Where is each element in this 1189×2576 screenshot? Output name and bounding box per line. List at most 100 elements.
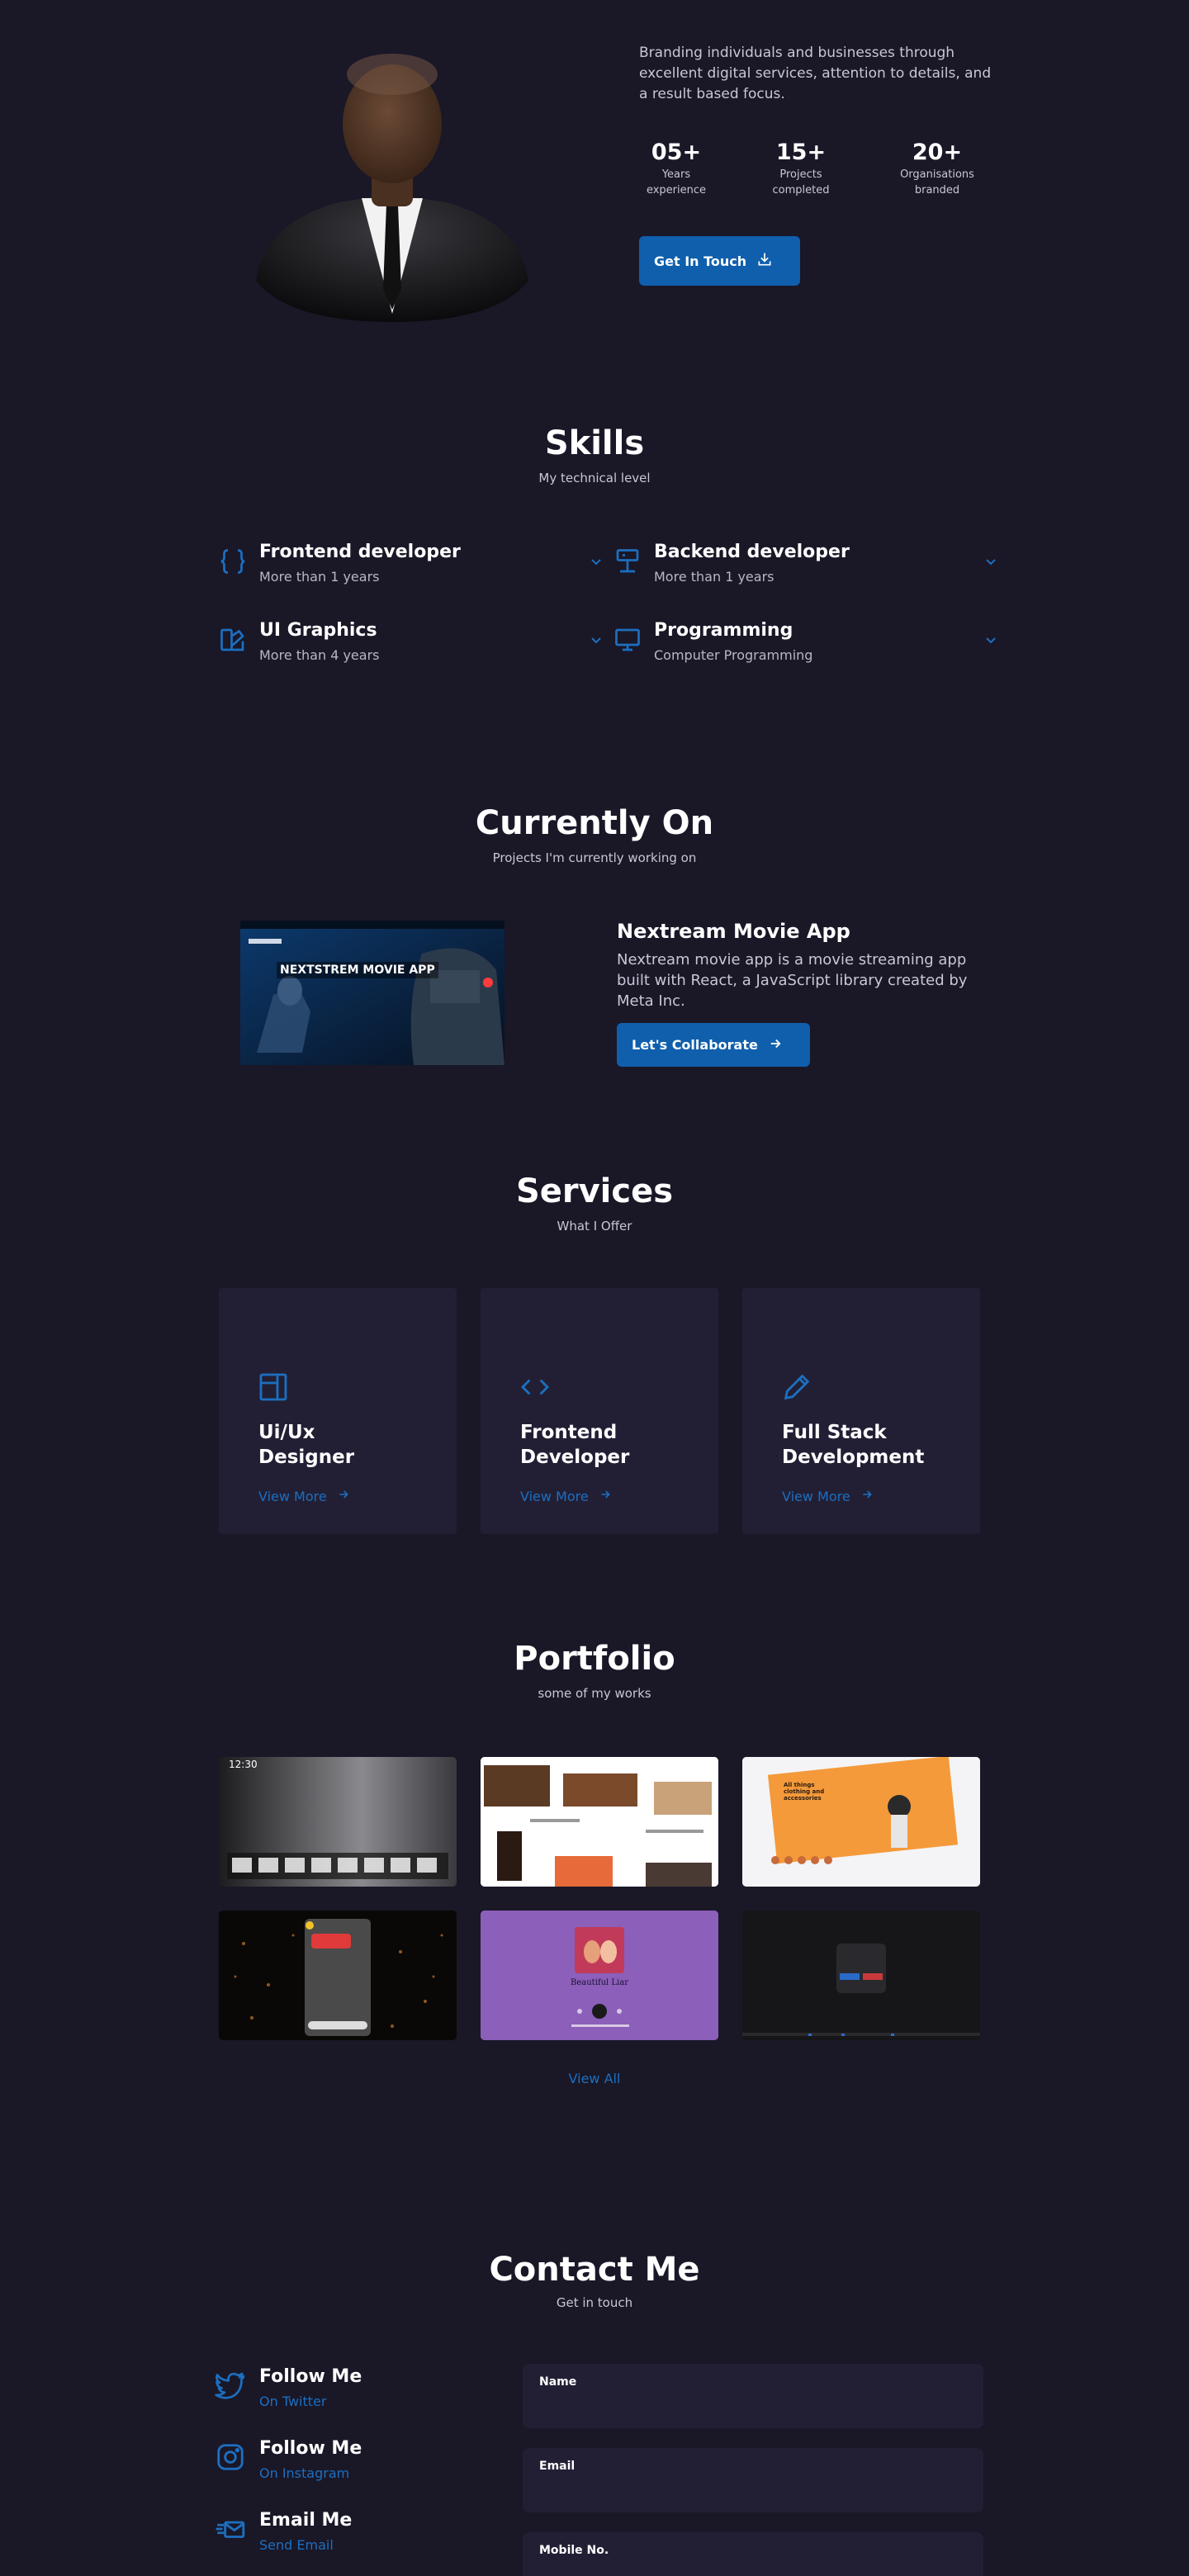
monitor-icon	[613, 625, 642, 655]
stat-years: 05+ Years experience	[639, 139, 713, 198]
chevron-down-icon[interactable]	[586, 630, 606, 650]
stat-number: 15+	[775, 140, 827, 165]
stat-projects: 15+ Projects completed	[764, 139, 838, 198]
portfolio-title: Portfolio	[514, 1640, 675, 1678]
service-card-uiux[interactable]: Ui/Ux Designer View More	[219, 1288, 457, 1534]
chevron-down-icon[interactable]	[586, 552, 606, 571]
portfolio-item-gallery[interactable]	[481, 1757, 718, 1887]
currently-subtitle: Projects I'm currently working on	[492, 850, 697, 865]
service-card-fullstack[interactable]: Full Stack Development View More	[742, 1288, 980, 1534]
skill-frontend[interactable]: Frontend developer More than 1 years	[218, 542, 606, 591]
contact-item-link[interactable]: On Twitter	[259, 2394, 326, 2409]
contact-item-title: Email Me	[259, 2510, 353, 2531]
contact-item-link[interactable]: On Instagram	[259, 2465, 349, 2481]
mail-icon	[215, 2513, 246, 2545]
contact-item-link[interactable]: Send Email	[259, 2537, 334, 2553]
skill-name: Frontend developer	[259, 542, 461, 562]
name-input[interactable]	[539, 2394, 960, 2418]
contact-subtitle: Get in touch	[556, 2295, 633, 2310]
instagram-icon	[215, 2441, 246, 2473]
portfolio-subtitle: some of my works	[538, 1686, 651, 1701]
hero-description: Branding individuals and businesses thro…	[639, 45, 992, 102]
view-all-link[interactable]: View All	[0, 2071, 1189, 2086]
mobile-field-label: Mobile No.	[539, 2544, 609, 2557]
braces-icon	[218, 547, 248, 576]
email-field[interactable]: Email	[523, 2448, 983, 2512]
name-field[interactable]: Name	[523, 2364, 983, 2428]
contact-item-title: Follow Me	[259, 2366, 362, 2387]
portfolio-item-weather[interactable]: 12:30	[219, 1757, 457, 1887]
project-image-caption: NEXTSTREM MOVIE APP	[277, 962, 438, 978]
arrow-right-icon	[860, 1488, 874, 1504]
stat-number: 05+	[651, 140, 702, 165]
contact-item-title: Follow Me	[259, 2438, 362, 2459]
skill-name: Programming	[654, 620, 793, 641]
portfolio-item-music[interactable]: Beautiful Liar	[481, 1911, 718, 2040]
mobile-input[interactable]	[539, 2562, 960, 2576]
services-title: Services	[515, 1172, 674, 1210]
stat-label: Organisations	[900, 168, 974, 181]
skill-desc: Computer Programming	[654, 647, 813, 663]
skill-programming[interactable]: Programming Computer Programming	[613, 620, 1001, 670]
skill-desc: More than 4 years	[259, 647, 380, 663]
swatchbook-icon	[218, 625, 248, 655]
lets-collaborate-button[interactable]: Let's Collaborate	[617, 1023, 810, 1067]
skill-ui-graphics[interactable]: UI Graphics More than 4 years	[218, 620, 606, 670]
portfolio-item-store[interactable]: All things clothing and accessories	[742, 1757, 980, 1887]
view-more-link[interactable]: View More	[520, 1488, 612, 1504]
thumb-time: 12:30	[229, 1759, 258, 1770]
chevron-down-icon[interactable]	[981, 630, 1001, 650]
contact-twitter[interactable]: Follow Me On Twitter	[215, 2366, 512, 2424]
stat-label: branded	[914, 184, 960, 197]
view-more-link[interactable]: View More	[782, 1488, 874, 1504]
contact-email[interactable]: Email Me Send Email	[215, 2510, 512, 2568]
skills-title: Skills	[544, 424, 645, 462]
skills-subtitle: My technical level	[538, 471, 651, 485]
service-title: Ui/Ux Designer	[258, 1422, 355, 1468]
currently-title: Currently On	[475, 804, 714, 842]
stat-label: experience	[646, 184, 707, 197]
stat-organisations: 20+ Organisations branded	[888, 139, 987, 198]
email-input[interactable]	[539, 2478, 960, 2503]
profile-photo	[248, 41, 537, 322]
download-icon	[756, 251, 773, 271]
thumb-artist: Beautiful Liar	[571, 1978, 628, 1987]
skill-desc: More than 1 years	[654, 569, 775, 585]
arrow-right-icon	[768, 1036, 783, 1054]
view-more-link[interactable]: View More	[258, 1488, 350, 1504]
project-screenshot[interactable]: NEXTSTREM MOVIE APP	[240, 921, 504, 1065]
stat-label: completed	[772, 184, 830, 197]
pencil-icon	[780, 1371, 813, 1404]
server-icon	[613, 547, 642, 576]
arrow-right-icon	[337, 1488, 350, 1504]
contact-instagram[interactable]: Follow Me On Instagram	[215, 2438, 512, 2496]
portfolio-item-map-chat[interactable]	[219, 1911, 457, 2040]
stat-number: 20+	[912, 140, 963, 165]
get-in-touch-label: Get In Touch	[654, 253, 747, 269]
service-title: Full Stack Development	[782, 1422, 925, 1468]
arrow-right-icon	[599, 1488, 612, 1504]
stat-label: Projects	[779, 168, 822, 181]
skill-backend[interactable]: Backend developer More than 1 years	[613, 542, 1001, 591]
code-icon	[519, 1371, 552, 1404]
contact-title: Contact Me	[489, 2251, 700, 2289]
project-description: Nextream movie app is a movie streaming …	[617, 951, 968, 1010]
mobile-field[interactable]: Mobile No.	[523, 2532, 983, 2576]
service-card-frontend[interactable]: Frontend Developer View More	[481, 1288, 718, 1534]
skill-name: Backend developer	[654, 542, 850, 562]
skill-desc: More than 1 years	[259, 569, 380, 585]
twitter-icon	[215, 2370, 246, 2401]
stat-label: Years	[661, 168, 691, 181]
name-field-label: Name	[539, 2375, 577, 2389]
thumb-store-headline: All things clothing and accessories	[784, 1782, 825, 1802]
chevron-down-icon[interactable]	[981, 552, 1001, 571]
layout-icon	[257, 1371, 290, 1404]
skill-name: UI Graphics	[259, 620, 377, 641]
portfolio-item-dark-ui[interactable]	[742, 1911, 980, 2040]
service-title: Frontend Developer	[520, 1422, 630, 1468]
services-subtitle: What I Offer	[557, 1219, 632, 1234]
project-title: Nextream Movie App	[617, 920, 850, 943]
lets-collaborate-label: Let's Collaborate	[632, 1037, 758, 1053]
get-in-touch-button[interactable]: Get In Touch	[639, 236, 800, 286]
email-field-label: Email	[539, 2460, 576, 2473]
